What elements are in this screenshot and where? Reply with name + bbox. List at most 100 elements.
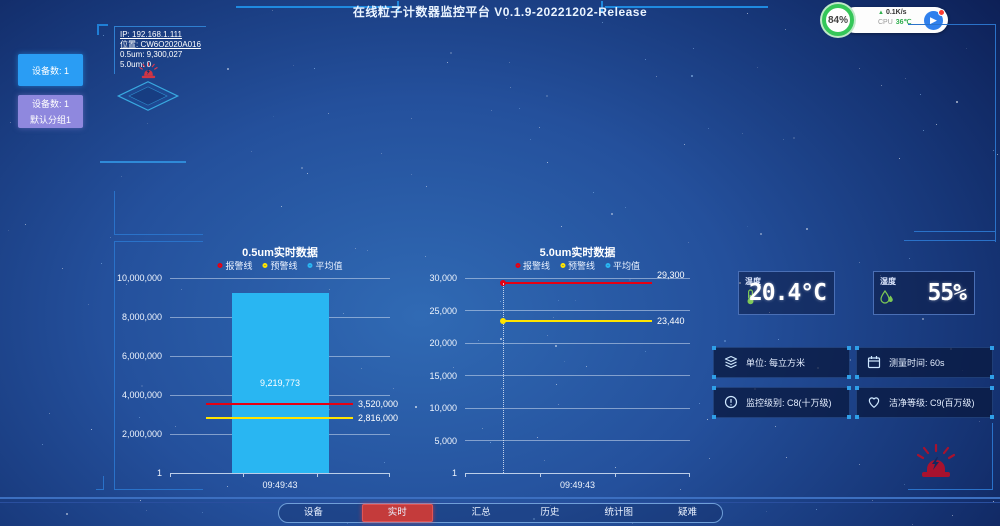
shield-heart-icon xyxy=(867,395,881,411)
nav-history[interactable]: 历史 xyxy=(515,505,584,521)
calendar-icon xyxy=(867,355,881,371)
legend-item: 报警线 xyxy=(217,259,252,272)
x-axis-tick xyxy=(689,474,690,477)
x-axis-tick xyxy=(170,474,171,477)
alarm-line-label: 29,300 xyxy=(657,270,685,280)
device-um50-count: 5.0um: 0 xyxy=(120,60,206,70)
frame-line xyxy=(995,24,996,242)
alarm-line xyxy=(206,403,353,405)
bottom-nav: 设备 实时 汇总 历史 统计图 疑难 xyxy=(278,503,723,523)
frame-line xyxy=(914,231,996,232)
legend-item: 平均值 xyxy=(605,259,640,272)
y-axis-tick-label: 30,000 xyxy=(387,273,457,283)
nav-realtime[interactable]: 实时 xyxy=(362,504,433,522)
warning-line-label: 23,440 xyxy=(657,316,685,326)
battery-percent: 84% xyxy=(828,15,848,26)
frame-line xyxy=(114,241,203,242)
legend-ring-icon xyxy=(515,263,520,268)
nav-devices[interactable]: 设备 xyxy=(279,505,348,521)
tile-measure-time-text: 测量时间: 60s xyxy=(889,356,945,369)
frame-line xyxy=(114,191,115,235)
legend-label: 平均值 xyxy=(316,259,343,272)
temperature-value: 20.4°C xyxy=(749,280,826,306)
legend-label: 报警线 xyxy=(225,259,252,272)
extension-icon[interactable]: ▶ xyxy=(924,11,943,30)
x-axis-tick xyxy=(615,474,616,477)
legend-ring-icon xyxy=(262,263,267,268)
device-platform-icon[interactable] xyxy=(117,81,179,111)
gridline xyxy=(465,375,690,376)
x-axis-line xyxy=(170,473,390,474)
legend-item: 报警线 xyxy=(515,259,550,272)
nav-troubleshoot[interactable]: 疑难 xyxy=(653,505,722,521)
group-name-label: 默认分组1 xyxy=(30,113,71,126)
device-alarm-icon xyxy=(139,62,158,84)
legend-item: 预警线 xyxy=(560,259,595,272)
chart-title: 5.0um实时数据 xyxy=(540,244,616,260)
device-info-panel: IP: 192.168.1.111 位置: CW6O2020A016 0.5um… xyxy=(114,26,206,74)
warning-line-label: 2,816,000 xyxy=(358,413,398,423)
tile-monitor-level: 监控级别: C8(十万级) xyxy=(713,387,850,418)
group-count-label: 设备数: 1 xyxy=(32,97,69,110)
humidity-value: 55% xyxy=(927,280,966,306)
layers-icon xyxy=(724,355,738,371)
notification-dot xyxy=(938,9,945,16)
device-ip: IP: 192.168.1.111 xyxy=(120,30,206,40)
humidity-panel: 湿度 55% xyxy=(873,271,975,315)
device-count-button[interactable]: 设备数: 1 xyxy=(18,54,83,86)
bottom-divider xyxy=(0,497,1000,499)
frame-line xyxy=(114,234,203,235)
y-axis-tick-label: 5,000 xyxy=(387,436,457,446)
x-axis-time-label: 09:49:43 xyxy=(465,480,690,490)
alarm-siren-icon[interactable] xyxy=(916,444,956,483)
legend-ring-icon xyxy=(217,263,222,268)
gridline xyxy=(465,408,690,409)
y-axis-tick-label: 10,000,000 xyxy=(92,273,162,283)
legend-label: 报警线 xyxy=(523,259,550,272)
y-axis-tick-label: 25,000 xyxy=(387,306,457,316)
legend-item: 平均值 xyxy=(308,259,343,272)
tile-clean-level-text: 洁净等级: C9(百万级) xyxy=(889,396,975,409)
x-axis-line xyxy=(465,473,690,474)
legend-label: 预警线 xyxy=(568,259,595,272)
device-location: 位置: CW6O2020A016 xyxy=(120,40,206,50)
x-axis-tick xyxy=(540,474,541,477)
nav-statistics[interactable]: 统计图 xyxy=(584,505,653,521)
legend-label: 预警线 xyxy=(270,259,297,272)
chart-title: 0.5um实时数据 xyxy=(242,244,318,260)
alarm-line xyxy=(503,282,652,284)
warning-line-dot xyxy=(500,318,506,324)
y-axis-tick-label: 8,000,000 xyxy=(92,312,162,322)
y-axis-tick-label: 20,000 xyxy=(387,338,457,348)
alert-circle-icon xyxy=(724,395,738,411)
chart-legend: 报警线 预警线 平均值 xyxy=(217,259,342,272)
net-speed: 0.1K/s xyxy=(886,9,907,16)
x-axis-tick xyxy=(465,474,466,477)
x-axis-tick xyxy=(317,474,318,477)
frame-line xyxy=(103,476,104,490)
tile-monitor-level-text: 监控级别: C8(十万级) xyxy=(746,396,832,409)
device-count-label: 设备数: 1 xyxy=(32,64,69,77)
chart-05um-realtime: 0.5um实时数据报警线预警线平均值10,000,0008,000,0006,0… xyxy=(170,278,390,473)
corner-bracket xyxy=(97,24,108,35)
x-axis-time-label: 09:49:43 xyxy=(170,480,390,490)
y-axis-tick-label: 1 xyxy=(92,468,162,478)
y-axis-tick-label: 2,000,000 xyxy=(92,429,162,439)
particle-monitor-dashboard: 在线粒子计数器监控平台 V0.1.9-20221202-Release 84% … xyxy=(0,0,1000,526)
y-axis-tick-label: 4,000,000 xyxy=(92,390,162,400)
droplet-icon xyxy=(880,290,894,310)
tile-unit: 单位: 每立方米 xyxy=(713,347,850,378)
device-platform-inner xyxy=(128,86,168,105)
bar-value-label: 9,219,773 xyxy=(232,378,329,388)
frame-line xyxy=(908,24,996,25)
legend-label: 平均值 xyxy=(613,259,640,272)
x-axis-tick xyxy=(243,474,244,477)
gridline xyxy=(170,278,390,279)
legend-item: 预警线 xyxy=(262,259,297,272)
nav-summary[interactable]: 汇总 xyxy=(447,505,516,521)
frame-line xyxy=(908,489,993,490)
group-button[interactable]: 设备数: 1 默认分组1 xyxy=(18,95,83,128)
cpu-label: CPU xyxy=(878,19,893,26)
frame-line xyxy=(992,423,993,490)
frame-line xyxy=(904,240,996,241)
